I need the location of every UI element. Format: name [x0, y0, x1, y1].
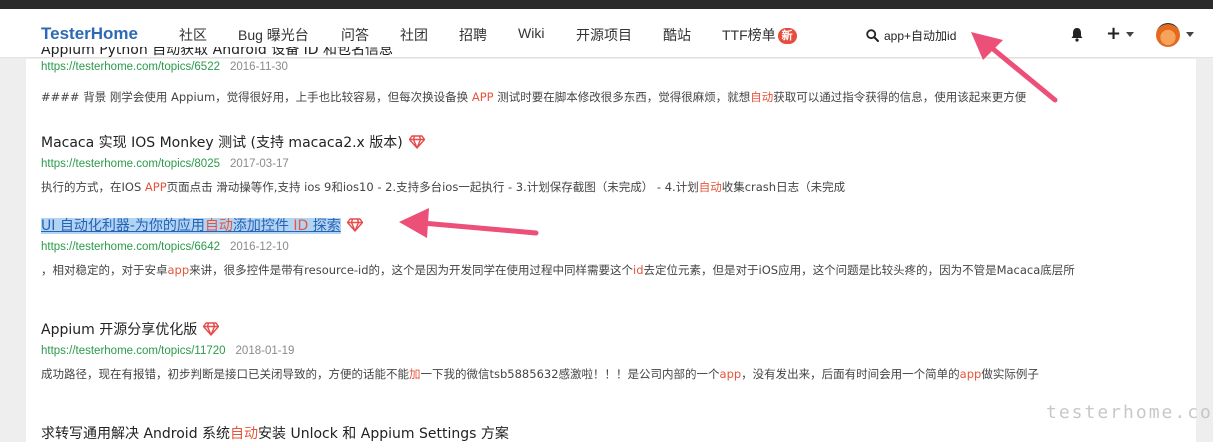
result-meta: https://testerhome.com/topics/6642 2016-1… — [41, 241, 1181, 253]
result-title-link[interactable]: Appium 开源分享优化版 — [41, 322, 197, 338]
list-item: Macaca 实现 IOS Monkey 测试 (支持 macaca2.x 版本… — [41, 132, 1181, 197]
result-url[interactable]: https://testerhome.com/topics/6522 — [41, 61, 220, 73]
diamond-icon — [203, 322, 220, 340]
new-topic-plus-icon[interactable]: + — [1106, 25, 1121, 43]
result-meta: https://testerhome.com/topics/11720 2018-… — [41, 345, 1181, 357]
brand-logo[interactable]: TesterHome — [41, 24, 138, 44]
nav-item-cool-sites[interactable]: 酷站 — [663, 25, 691, 45]
result-title: Macaca 实现 IOS Monkey 测试 (支持 macaca2.x 版本… — [41, 132, 1181, 153]
chevron-down-icon[interactable] — [1186, 32, 1194, 37]
nav-item-bug-exposure[interactable]: Bug 曝光台 — [238, 25, 309, 45]
result-title: UI 自动化利器-为你的应用自动添加控件 ID 探索 — [41, 215, 1181, 236]
result-title: Appium 开源分享优化版 — [41, 319, 1181, 340]
new-badge: 新 — [777, 28, 797, 44]
annotation-arrow-search — [971, 32, 1058, 103]
notification-bell-icon[interactable] — [1070, 27, 1084, 46]
result-title-link[interactable]: 求转写通用解决 Android 系统自动安装 Unlock 和 Appium S… — [41, 426, 509, 442]
list-item: 求转写通用解决 Android 系统自动安装 Unlock 和 Appium S… — [41, 423, 509, 442]
window-top-strip — [0, 0, 1213, 9]
result-url[interactable]: https://testerhome.com/topics/11720 — [41, 345, 226, 357]
result-date: 2016-11-30 — [229, 61, 288, 73]
nav-item-community[interactable]: 社区 — [179, 25, 207, 45]
search-icon[interactable] — [866, 28, 879, 42]
list-item: UI 自动化利器-为你的应用自动添加控件 ID 探索 https://teste… — [41, 215, 1181, 280]
chevron-down-icon[interactable] — [1126, 32, 1134, 37]
result-title: 求转写通用解决 Android 系统自动安装 Unlock 和 Appium S… — [41, 423, 509, 442]
result-date: 2017-03-17 — [229, 158, 289, 170]
annotation-arrow-title — [399, 208, 539, 238]
nav-item-ttf-label: TTF榜单 — [722, 27, 776, 43]
diamond-icon — [346, 218, 363, 236]
result-url[interactable]: https://testerhome.com/topics/6642 — [41, 241, 220, 253]
nav-item-jobs[interactable]: 招聘 — [459, 25, 487, 45]
avatar[interactable] — [1156, 23, 1180, 47]
result-title-link[interactable]: UI 自动化利器-为你的应用自动添加控件 ID 探索 — [41, 218, 341, 234]
nav-item-ttf-ranking[interactable]: TTF榜单新 — [722, 25, 797, 45]
nav-item-qa[interactable]: 问答 — [341, 25, 369, 45]
list-item: Appium 开源分享优化版 https://testerhome.com/to… — [41, 319, 1181, 384]
nav-item-clubs[interactable]: 社团 — [400, 25, 428, 45]
result-date: 2018-01-19 — [235, 345, 295, 357]
watermark: testerhome.com — [1046, 402, 1213, 423]
result-meta: https://testerhome.com/topics/8025 2017-0… — [41, 158, 1181, 170]
nav-item-open-source[interactable]: 开源项目 — [576, 25, 632, 45]
nav-item-wiki[interactable]: Wiki — [518, 25, 544, 41]
result-date: 2016-12-10 — [229, 241, 289, 253]
result-snippet: 成功路径，现在有报错，初步判断是接口已关闭导致的，方便的话能不能加一下我的微信t… — [41, 367, 1039, 381]
result-title-link[interactable]: Macaca 实现 IOS Monkey 测试 (支持 macaca2.x 版本… — [41, 135, 403, 151]
result-snippet: 执行的方式，在IOS APP页面点击 滑动操等作,支持 ios 9和ios10 … — [41, 180, 846, 194]
search-results-panel: Appium Python 自动获取 Android 设备 ID 和包名信息 h… — [26, 47, 1196, 442]
result-snippet: ，相对稳定的，对于安卓app来讲，很多控件是带有resource-id的，这个是… — [41, 263, 1075, 277]
result-url[interactable]: https://testerhome.com/topics/8025 — [41, 158, 220, 170]
diamond-icon — [408, 135, 425, 153]
